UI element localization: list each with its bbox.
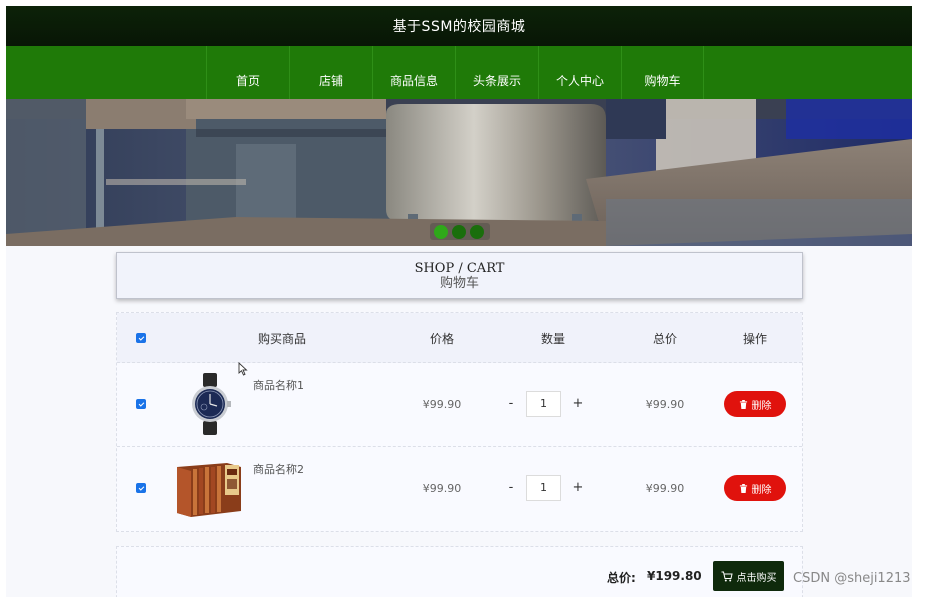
nav-item-profile[interactable]: 个人中心 <box>538 46 621 99</box>
site-header: 基于SSM的校园商城 <box>6 6 912 46</box>
trash-icon <box>739 483 747 493</box>
delete-button[interactable]: 删除 <box>724 475 786 501</box>
buy-button-label: 点击购买 <box>736 572 777 584</box>
quantity-input[interactable]: 1 <box>526 475 561 501</box>
carousel-dots <box>430 223 490 240</box>
header-total: 总价 <box>652 332 677 346</box>
product-name[interactable]: 商品名称2 <box>253 461 304 477</box>
buy-button[interactable]: 点击购买 <box>713 561 784 591</box>
trash-icon <box>739 399 747 409</box>
carousel-dot-3[interactable] <box>470 224 484 239</box>
item-total: ¥99.90 <box>645 482 685 495</box>
nav-item-shops[interactable]: 店铺 <box>289 46 372 99</box>
nav-item-cart[interactable]: 购物车 <box>621 46 704 99</box>
header-price: 价格 <box>429 332 454 346</box>
product-name[interactable]: 商品名称1 <box>253 377 304 393</box>
book-set-image <box>177 463 241 517</box>
item-price: ¥99.90 <box>422 482 462 495</box>
carousel-dot-2[interactable] <box>452 224 466 239</box>
cart-row: 商品名称2 ¥99.90 - 1 + ¥99.90 删除 <box>117 447 802 531</box>
sum-label: 总价: <box>607 571 636 585</box>
nav-item-home[interactable]: 首页 <box>206 46 289 99</box>
sum-value: ¥199.80 <box>647 569 702 583</box>
quantity-increase-button[interactable]: + <box>571 396 585 411</box>
quantity-decrease-button[interactable]: - <box>504 480 518 495</box>
carousel-dot-1[interactable] <box>434 224 448 239</box>
delete-button-label: 删除 <box>751 484 772 496</box>
header-quantity: 数量 <box>540 332 565 346</box>
cart-header-row: 购买商品 价格 数量 总价 操作 <box>117 313 802 363</box>
page: 基于SSM的校园商城 首页 店铺 商品信息 头条展示 个人中心 购物车 SHOP… <box>6 6 912 597</box>
quantity-decrease-button[interactable]: - <box>504 396 518 411</box>
banner-carousel[interactable] <box>6 99 912 246</box>
main-nav: 首页 店铺 商品信息 头条展示 个人中心 购物车 <box>6 46 912 99</box>
item-checkbox[interactable] <box>136 399 146 409</box>
cart-table: 购买商品 价格 数量 总价 操作 商品名称1 ¥99.90 - 1 + ¥99.… <box>116 312 803 532</box>
select-all-checkbox[interactable] <box>136 333 146 343</box>
quantity-input[interactable]: 1 <box>526 391 561 417</box>
cart-icon <box>721 571 733 581</box>
item-total: ¥99.90 <box>645 398 685 411</box>
item-checkbox[interactable] <box>136 483 146 493</box>
site-title: 基于SSM的校园商城 <box>392 19 526 35</box>
delete-button-label: 删除 <box>751 400 772 412</box>
section-title-cn: 购物车 <box>439 276 479 291</box>
watch-image <box>192 373 231 435</box>
section-title: SHOP / CART 购物车 <box>116 252 803 299</box>
nav-item-headlines[interactable]: 头条展示 <box>455 46 538 99</box>
delete-button[interactable]: 删除 <box>724 391 786 417</box>
cart-row: 商品名称1 ¥99.90 - 1 + ¥99.90 删除 <box>117 363 802 447</box>
header-action: 操作 <box>742 332 767 346</box>
watermark: CSDN @sheji1213 <box>793 571 911 586</box>
item-price: ¥99.90 <box>422 398 462 411</box>
section-title-en: SHOP / CART <box>414 261 505 276</box>
mouse-cursor-icon <box>238 362 248 376</box>
cart-summary: 总价: ¥199.80 点击购买 <box>116 546 803 597</box>
header-product: 购买商品 <box>257 332 306 346</box>
nav-item-products[interactable]: 商品信息 <box>372 46 455 99</box>
quantity-increase-button[interactable]: + <box>571 480 585 495</box>
